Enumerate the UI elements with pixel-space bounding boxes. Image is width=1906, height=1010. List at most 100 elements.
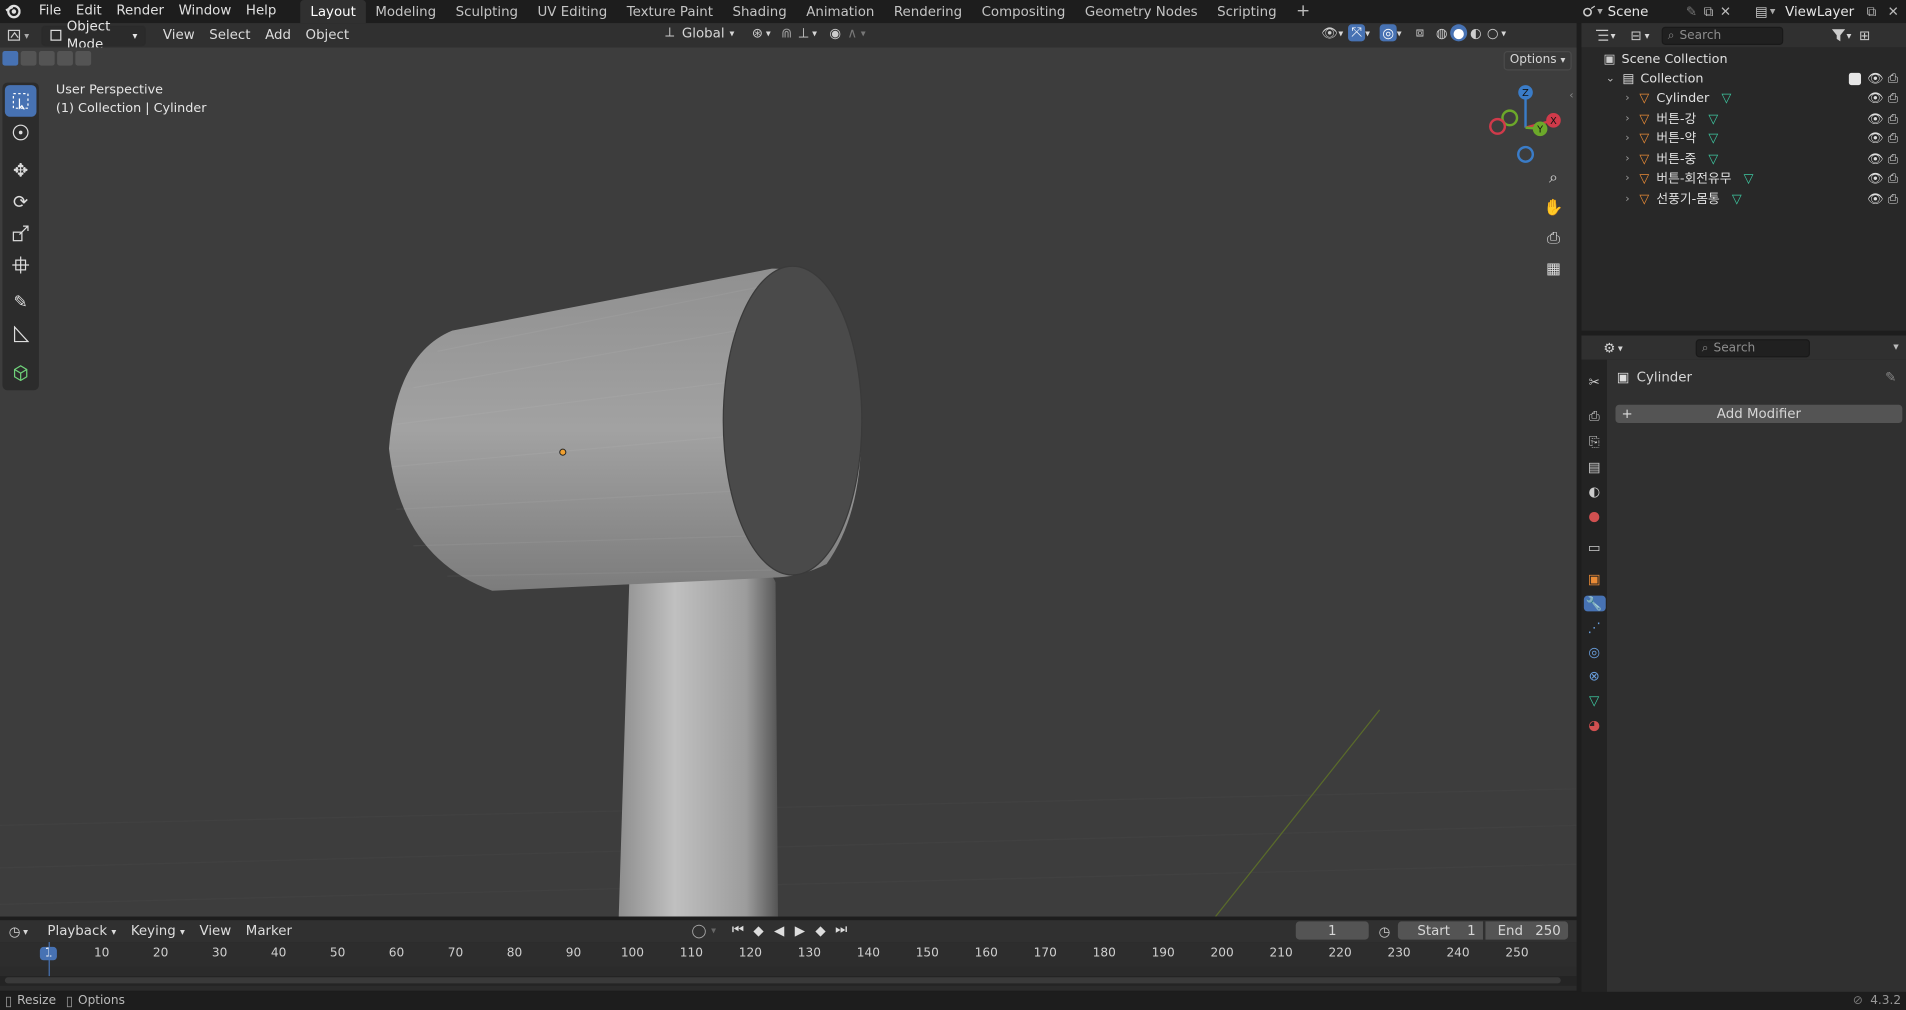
blender-logo-icon[interactable] [2,3,21,20]
mode-dropdown[interactable]: Object Mode ▾ [41,18,146,52]
overlay-toggle-icon[interactable]: ◎ [1379,24,1397,42]
properties-options-icon[interactable]: ▾ [1893,342,1899,354]
collection-row[interactable]: ⌄ ▤ Collection 👁 ⎙ [1581,69,1906,88]
orientation-dropdown[interactable]: Global [682,25,725,41]
select-extend-icon[interactable] [20,51,37,66]
outliner-object-row[interactable]: › ▽ 선풍기-몸통 ▽ 👁 ⎙ [1581,189,1906,208]
outliner-object-row[interactable]: › ▽ 버튼-회전유무 ▽ 👁 ⎙ [1581,169,1906,188]
menu-keying[interactable]: Keying ▾ [124,920,193,942]
expand-icon[interactable]: › [1625,109,1629,128]
annotate-tool[interactable]: ✎ [5,287,37,319]
cursor-tool[interactable] [5,117,37,149]
new-scene-icon[interactable]: ⧉ [1700,3,1717,20]
menu-file[interactable]: File [32,0,69,23]
render-camera-icon[interactable]: ⎙ [1888,129,1898,148]
menu-object[interactable]: Object [298,24,356,46]
menu-view[interactable]: View [156,24,202,46]
mesh-data-icon[interactable]: ▽ [1708,129,1718,148]
render-camera-icon[interactable]: ⎙ [1888,169,1898,188]
rendered-shading-icon[interactable]: ○ [1484,24,1501,41]
pin-icon[interactable]: ✎ [1885,370,1896,386]
render-camera-icon[interactable]: ⎙ [1888,189,1898,208]
properties-search[interactable]: ⌕ Search [1695,338,1810,357]
outliner-search[interactable]: ⌕ Search [1661,26,1784,45]
tab-scripting[interactable]: Scripting [1207,0,1286,23]
jump-start-icon[interactable]: ⏮ [729,921,746,938]
falloff-icon[interactable]: ∧ [844,24,861,41]
start-frame-field[interactable]: Start 1 [1397,921,1483,940]
tab-animation[interactable]: Animation [796,0,884,23]
timeline-editor-icon[interactable]: ◷ [6,923,23,940]
tab-rendering[interactable]: Rendering [884,0,972,23]
timeline-area[interactable]: 1102030405060708090100110120130140150160… [0,942,1577,991]
editor-type-icon[interactable] [7,27,24,44]
expand-icon[interactable]: › [1625,89,1629,108]
next-keyframe-icon[interactable]: ◆ [812,921,829,938]
outliner-object-row[interactable]: › ▽ 버튼-강 ▽ 👁 ⎙ [1581,109,1906,128]
snap-target-icon[interactable]: ⊥ [795,24,812,41]
current-frame-field[interactable]: 1 [1295,921,1369,940]
outliner-object-row[interactable]: › ▽ 버튼-약 ▽ 👁 ⎙ [1581,129,1906,148]
tab-modeling[interactable]: Modeling [366,0,446,23]
tool-tab-icon[interactable]: ✂ [1589,374,1600,390]
delete-viewlayer-icon[interactable]: ✕ [1885,3,1902,20]
scene-icon[interactable] [1580,3,1597,20]
pivot-icon[interactable]: ⊛ [749,24,766,41]
gizmo-toggle-icon[interactable]: ⤧ [1348,24,1366,42]
modifier-tab-icon[interactable]: 🔧 [1583,595,1606,612]
render-tab-icon[interactable]: ⎙ [1589,408,1600,425]
render-camera-icon[interactable]: ⎙ [1888,89,1898,108]
tab-layout[interactable]: Layout [300,0,366,24]
collection-tab-icon[interactable]: ▭ [1588,540,1601,556]
add-modifier-button[interactable]: + Add Modifier [1615,404,1903,424]
menu-add[interactable]: Add [258,24,298,46]
scene-collection-row[interactable]: ▣ Scene Collection [1581,50,1906,69]
solid-shading-icon[interactable]: ● [1450,24,1468,42]
eye-icon[interactable]: 👁 [1867,109,1883,128]
object-tab-icon[interactable]: ▣ [1588,571,1601,587]
navigation-gizmo[interactable]: Z X Y [1485,81,1570,166]
jump-end-icon[interactable]: ⏭ [833,921,850,938]
constraints-tab-icon[interactable]: ⊗ [1589,669,1600,685]
collapse-icon[interactable]: ⌄ [1606,69,1615,88]
view-layer-tab-icon[interactable]: ▤ [1588,459,1601,475]
frame-ruler[interactable]: 1102030405060708090100110120130140150160… [0,942,1577,967]
world-tab-icon[interactable]: ● [1588,508,1600,524]
render-camera-icon[interactable]: ⎙ [1888,109,1898,128]
physics-tab-icon[interactable]: ◎ [1588,644,1600,660]
delete-scene-icon[interactable]: ✕ [1717,3,1734,20]
scene-name[interactable]: Scene [1608,4,1683,20]
prev-keyframe-icon[interactable]: ◆ [750,921,767,938]
proportional-edit-icon[interactable]: ◉ [827,24,844,41]
select-difference-icon[interactable] [57,51,73,66]
measure-tool[interactable] [5,318,37,350]
menu-marker[interactable]: Marker [238,920,299,942]
scale-tool[interactable] [5,218,37,250]
xray-icon[interactable]: ⧈ [1411,24,1428,41]
zoom-icon[interactable]: ⌕ [1540,164,1567,191]
menu-playback[interactable]: Playback ▾ [40,920,123,942]
menu-window[interactable]: Window [171,0,238,23]
eye-icon[interactable]: 👁 [1867,149,1883,168]
outliner-editor-icon[interactable] [1594,27,1611,44]
move-tool[interactable]: ✥ [5,154,37,186]
output-tab-icon[interactable]: ⎘ [1589,434,1600,451]
viewlayer-name[interactable]: ViewLayer [1785,4,1863,20]
sidebar-toggle-icon[interactable]: ‹ [1569,90,1573,102]
material-tab-icon[interactable]: ◕ [1588,717,1600,733]
filter-icon[interactable] [1829,27,1846,44]
timeline-scrollbar[interactable] [0,976,1577,986]
display-mode-icon[interactable]: ⊟ [1628,27,1645,44]
play-icon[interactable]: ▶ [791,921,808,938]
viewlayer-icon[interactable]: ▤ [1753,3,1770,20]
play-reverse-icon[interactable]: ◀ [771,921,788,938]
tab-sculpting[interactable]: Sculpting [446,0,528,23]
camera-view-icon[interactable]: ⎙ [1540,225,1567,252]
select-subtract-icon[interactable] [38,51,55,66]
transform-tool[interactable] [5,249,37,281]
pan-hand-icon[interactable]: ✋ [1540,194,1567,221]
mesh-data-icon[interactable]: ▽ [1744,169,1754,188]
tab-uv-editing[interactable]: UV Editing [528,0,617,23]
render-camera-icon[interactable]: ⎙ [1888,69,1898,88]
new-collection-icon[interactable]: ⊞ [1856,27,1873,44]
